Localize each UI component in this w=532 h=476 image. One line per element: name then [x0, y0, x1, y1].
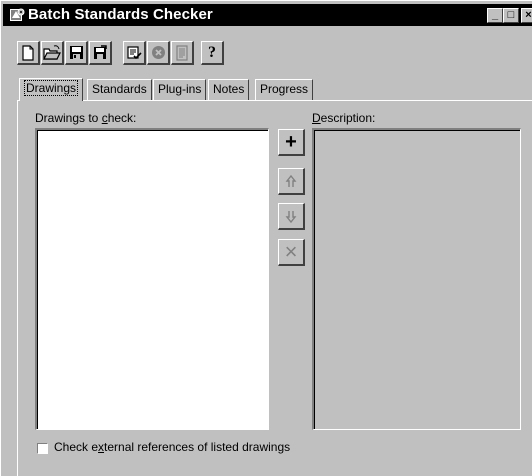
close-button[interactable]: ×	[521, 8, 532, 23]
tab-standards[interactable]: Standards	[87, 79, 152, 100]
description-box	[312, 128, 521, 430]
remove-x-icon: ×	[284, 239, 298, 264]
tab-progress[interactable]: Progress	[255, 79, 314, 100]
move-up-arrow-icon	[285, 174, 296, 187]
maximize-button[interactable]: □	[503, 8, 519, 23]
add-drawing-button[interactable]: +	[278, 129, 305, 156]
move-down-button[interactable]	[278, 203, 305, 230]
help-icon: ?	[208, 43, 216, 61]
help-button[interactable]: ?	[201, 41, 224, 65]
stop-check-icon	[151, 46, 165, 59]
save-disk-icon	[69, 46, 83, 59]
move-up-button[interactable]	[278, 168, 305, 195]
start-check-button[interactable]	[123, 41, 146, 65]
open-button[interactable]	[41, 41, 64, 65]
plus-icon: +	[285, 130, 297, 153]
save-as-button[interactable]	[89, 41, 112, 65]
tab-plug-ins[interactable]: Plug-ins	[153, 79, 207, 100]
remove-drawing-button[interactable]: ×	[278, 239, 305, 266]
title-bar[interactable]: Batch Standards Checker _ □ ×	[3, 4, 532, 26]
check-external-references-label[interactable]: Check external references of listed draw…	[54, 440, 290, 454]
drawings-to-check-label: Drawings to check:	[35, 111, 137, 125]
minimize-button[interactable]: _	[487, 8, 503, 23]
check-external-references-checkbox[interactable]	[37, 443, 48, 454]
start-check-icon	[127, 45, 142, 59]
save-as-disk-icon	[94, 44, 107, 59]
report-icon	[176, 44, 188, 61]
batch-standards-app-icon[interactable]	[9, 7, 25, 23]
drawings-list[interactable]	[35, 128, 269, 430]
new-button[interactable]	[17, 41, 40, 65]
view-report-button[interactable]	[171, 41, 194, 65]
window-title: Batch Standards Checker	[28, 6, 213, 23]
move-down-arrow-icon	[285, 210, 296, 223]
stop-check-button[interactable]	[147, 41, 170, 65]
batch-standards-checker-window: Batch Standards Checker _ □ × ? Drawings…	[0, 0, 532, 476]
tab-notes[interactable]: Notes	[208, 79, 250, 100]
save-button[interactable]	[65, 41, 88, 65]
description-label: Description:	[312, 111, 376, 125]
new-document-icon	[22, 44, 34, 61]
open-folder-icon	[43, 44, 61, 60]
tab-drawings[interactable]: Drawings	[19, 78, 84, 101]
